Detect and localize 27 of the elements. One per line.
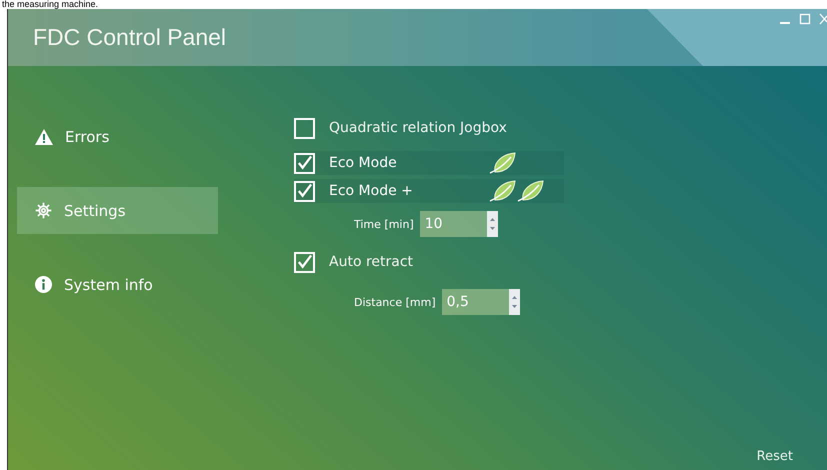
reset-button[interactable]: Reset [754, 447, 795, 466]
leaves-icon [489, 180, 545, 202]
checkbox-label: Quadratic relation Jogbox [329, 120, 507, 136]
gear-icon [35, 202, 52, 219]
checkbox-label: Eco Mode [329, 155, 398, 171]
checkbox[interactable] [294, 118, 315, 138]
spin-arrows-icon[interactable] [486, 211, 498, 237]
maximize-icon[interactable] [799, 13, 811, 25]
sidebar-item[interactable]: Settings [17, 187, 218, 234]
warning-icon [35, 128, 53, 144]
number-spinner[interactable]: 0,5 [442, 289, 520, 315]
close-icon[interactable] [819, 13, 827, 25]
leaf-icon [489, 152, 517, 174]
window-title: FDC Control Panel [32, 24, 226, 51]
checkbox-label: Auto retract [329, 254, 414, 270]
checkbox[interactable] [294, 152, 315, 174]
sidebar-item[interactable]: System info [17, 261, 218, 308]
field-label: Distance [mm] [354, 296, 436, 308]
checkbox[interactable] [294, 252, 315, 272]
info-icon [35, 276, 52, 293]
checkbox-label: Eco Mode + [329, 183, 414, 199]
checkbox[interactable] [294, 180, 315, 202]
field-label: Time [min] [354, 218, 414, 230]
sidebar-item[interactable]: Errors [17, 113, 218, 160]
caption-text: the measuring machine. [1, 0, 98, 9]
number-spinner[interactable]: 10 [420, 211, 498, 237]
spin-arrows-icon[interactable] [508, 289, 520, 315]
